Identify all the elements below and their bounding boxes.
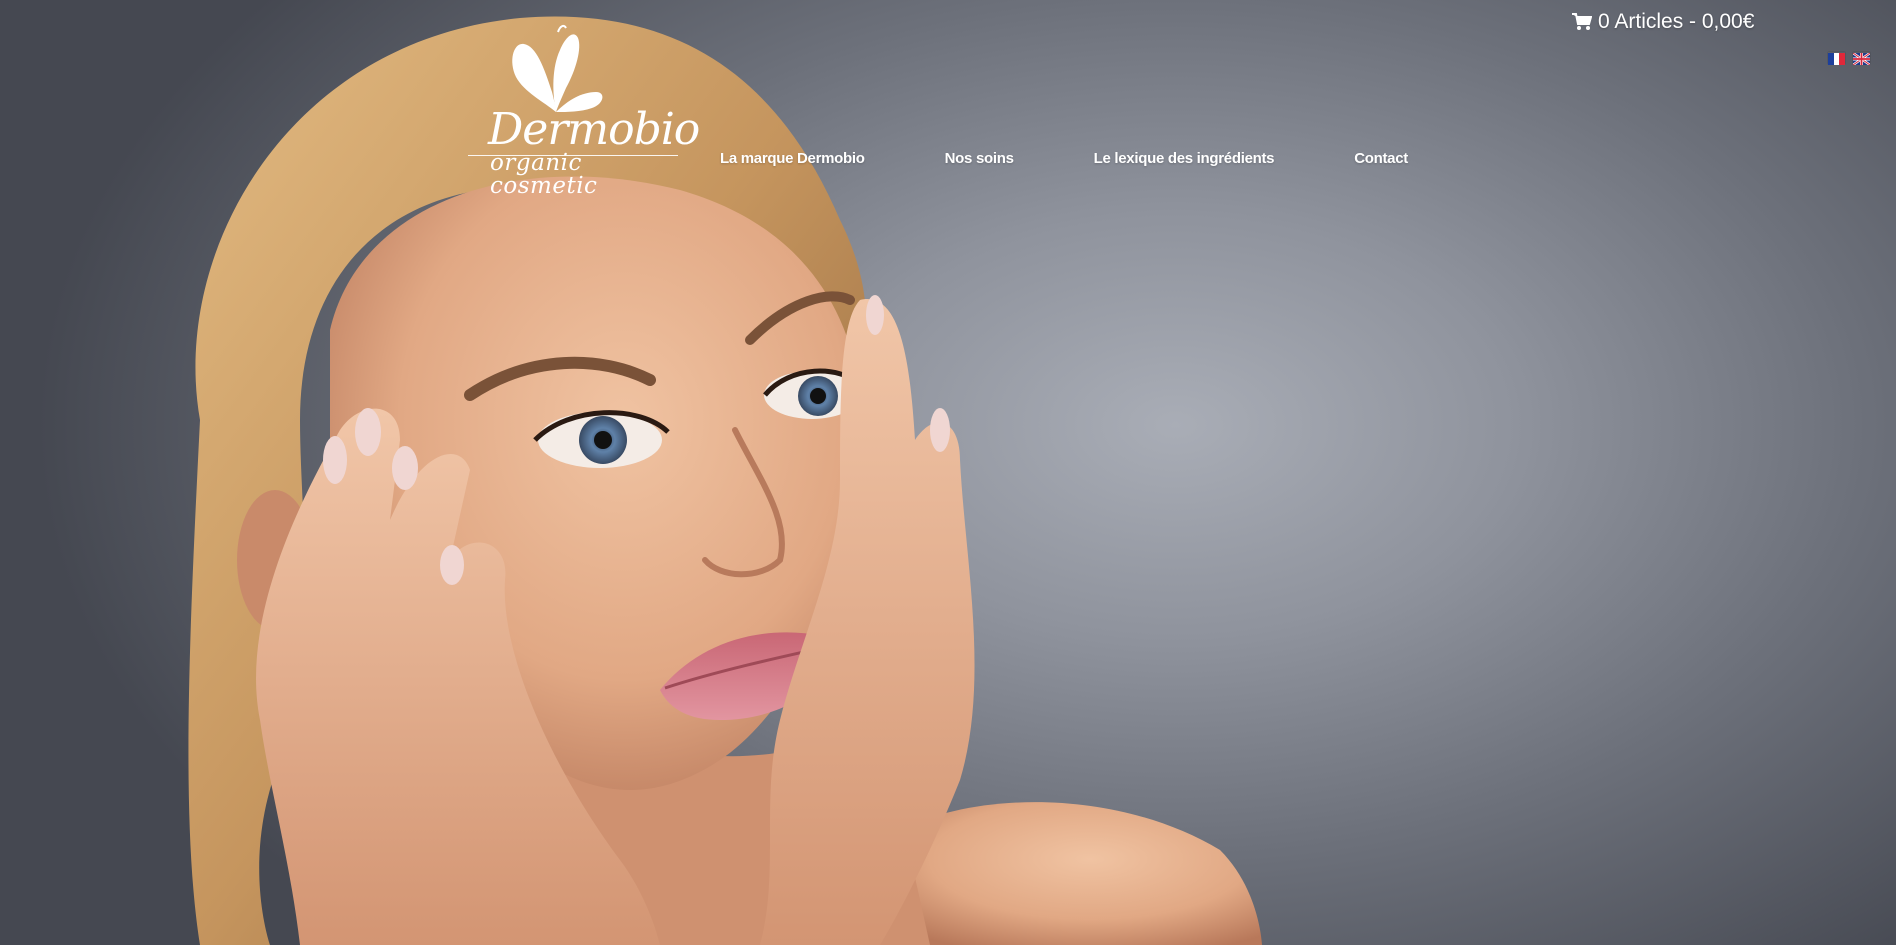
hero-image bbox=[0, 0, 1896, 945]
left-pupil bbox=[594, 431, 612, 449]
page: 0 Articles - 0,00€ Dermobio organic cosm… bbox=[0, 0, 1896, 945]
english-flag-icon[interactable] bbox=[1852, 52, 1871, 66]
nail-shape bbox=[392, 446, 418, 490]
cart-label: 0 Articles - 0,00€ bbox=[1598, 10, 1755, 33]
nail-shape bbox=[355, 408, 381, 456]
nail-shape bbox=[323, 436, 347, 484]
brand-logo[interactable]: Dermobio organic cosmetic bbox=[466, 22, 700, 198]
nail-shape bbox=[930, 408, 950, 452]
brand-name: Dermobio bbox=[488, 104, 700, 155]
nail-shape bbox=[866, 295, 884, 335]
language-switcher bbox=[1828, 52, 1871, 66]
cart-summary[interactable]: 0 Articles - 0,00€ bbox=[1572, 10, 1754, 34]
nav-item-nos-soins[interactable]: Nos soins bbox=[945, 150, 1014, 167]
right-pupil bbox=[810, 388, 826, 404]
nav-item-lexique[interactable]: Le lexique des ingrédients bbox=[1094, 150, 1275, 167]
nav-item-contact[interactable]: Contact bbox=[1354, 150, 1408, 167]
nav-item-la-marque[interactable]: La marque Dermobio bbox=[720, 150, 865, 167]
french-flag-icon[interactable] bbox=[1828, 52, 1845, 65]
hero-illustration bbox=[188, 16, 1262, 945]
brand-tagline: organic cosmetic bbox=[490, 150, 598, 199]
nail-shape bbox=[440, 545, 464, 585]
main-nav: La marque Dermobio Nos soins Le lexique … bbox=[720, 150, 1408, 167]
shopping-cart-icon bbox=[1572, 13, 1593, 31]
